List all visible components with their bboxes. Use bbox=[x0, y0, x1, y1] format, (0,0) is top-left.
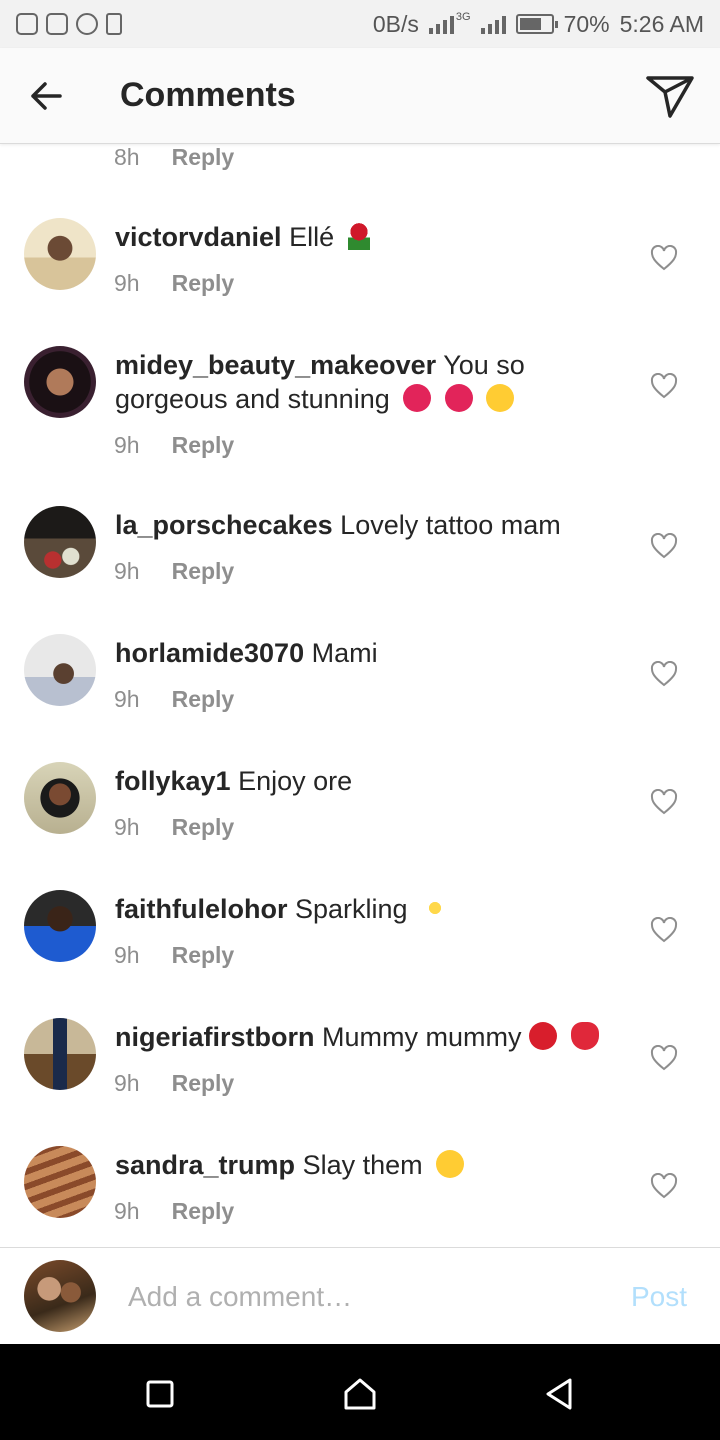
whatsapp-icon bbox=[76, 13, 98, 35]
clock: 5:26 AM bbox=[619, 10, 704, 37]
kissing-face-icon bbox=[486, 384, 515, 412]
comment-time: 8h bbox=[114, 144, 140, 170]
comment-time: 9h bbox=[114, 270, 140, 296]
like-heart-icon[interactable] bbox=[650, 1045, 678, 1071]
comment-username[interactable]: follykay1 bbox=[115, 766, 231, 796]
kiss-mark-icon bbox=[570, 1022, 599, 1050]
notification-icons bbox=[16, 13, 122, 35]
comment-time: 9h bbox=[114, 1070, 140, 1096]
comment-list[interactable]: 8h Reply victorvdaniel Ellé 9h Reply mid… bbox=[0, 144, 720, 1247]
back-nav-icon[interactable] bbox=[540, 1374, 580, 1414]
comment-item: follykay1 Enjoy ore 9h Reply bbox=[0, 762, 720, 872]
rose-icon bbox=[347, 222, 370, 250]
comment-time: 9h bbox=[114, 432, 140, 458]
comment-username[interactable]: nigeriafirstborn bbox=[115, 1022, 315, 1052]
battery-percent: 70% bbox=[563, 10, 610, 37]
comment-time: 9h bbox=[114, 942, 140, 968]
signal-icon-2 bbox=[480, 14, 506, 34]
reply-button[interactable]: Reply bbox=[172, 144, 235, 170]
like-heart-icon[interactable] bbox=[650, 661, 678, 687]
system-nav-bar bbox=[0, 1344, 720, 1440]
post-button[interactable]: Post bbox=[631, 1281, 687, 1313]
comment-body: Slay them bbox=[302, 1150, 423, 1180]
like-heart-icon[interactable] bbox=[650, 1173, 678, 1199]
instagram-icon bbox=[46, 13, 68, 35]
comment-composer: Post bbox=[0, 1247, 720, 1344]
comment-username[interactable]: victorvdaniel bbox=[115, 222, 282, 252]
gallery-icon bbox=[16, 13, 38, 35]
reply-button[interactable]: Reply bbox=[172, 814, 235, 841]
direct-send-icon[interactable] bbox=[644, 74, 696, 120]
header: Comments bbox=[0, 48, 720, 144]
comment-time: 9h bbox=[114, 558, 140, 584]
like-heart-icon[interactable] bbox=[650, 789, 678, 815]
battery-saver-icon bbox=[106, 13, 122, 35]
partial-comment-meta: 8h Reply bbox=[114, 144, 235, 170]
signal-icon bbox=[428, 14, 454, 34]
comment-item: victorvdaniel Ellé 9h Reply bbox=[0, 218, 720, 328]
comment-body: Lovely tattoo mam bbox=[340, 510, 561, 540]
comment-time: 9h bbox=[114, 686, 140, 712]
comment-username[interactable]: horlamide3070 bbox=[115, 638, 304, 668]
comment-item: midey_beauty_makeover You so gorgeous an… bbox=[0, 346, 720, 486]
avatar[interactable] bbox=[24, 346, 96, 418]
avatar[interactable] bbox=[24, 890, 96, 962]
comment-item: horlamide3070 Mami 9h Reply bbox=[0, 634, 720, 744]
comment-input[interactable] bbox=[128, 1278, 588, 1316]
comment-item: sandra_trump Slay them 9h Reply bbox=[0, 1146, 720, 1247]
like-heart-icon[interactable] bbox=[650, 245, 678, 271]
comment-username[interactable]: midey_beauty_makeover bbox=[115, 350, 436, 380]
reply-button[interactable]: Reply bbox=[172, 432, 235, 459]
status-bar: 0B/s 3G 70% 5:26 AM bbox=[0, 0, 720, 48]
net-speed: 0B/s bbox=[372, 10, 419, 37]
comment-body: Sparkling bbox=[295, 894, 408, 924]
reply-button[interactable]: Reply bbox=[172, 1070, 235, 1097]
heart-eyes-icon bbox=[436, 1150, 465, 1178]
sparkles-icon bbox=[421, 894, 450, 922]
reply-button[interactable]: Reply bbox=[172, 558, 235, 585]
comment-body: Ellé bbox=[289, 222, 335, 252]
battery-fill bbox=[519, 18, 541, 30]
network-type: 3G bbox=[455, 11, 471, 23]
comment-time: 9h bbox=[114, 814, 140, 840]
two-hearts-icon bbox=[444, 384, 473, 412]
red-heart-icon bbox=[529, 1022, 558, 1050]
two-hearts-icon bbox=[403, 384, 432, 412]
home-icon[interactable] bbox=[340, 1374, 380, 1414]
reply-button[interactable]: Reply bbox=[172, 942, 235, 969]
my-avatar bbox=[24, 1260, 96, 1332]
reply-button[interactable]: Reply bbox=[172, 686, 235, 713]
page-title: Comments bbox=[120, 76, 296, 114]
comment-time: 9h bbox=[114, 1198, 140, 1224]
avatar[interactable] bbox=[24, 1018, 96, 1090]
comment-item: la_porschecakes Lovely tattoo mam 9h Rep… bbox=[0, 506, 720, 616]
like-heart-icon[interactable] bbox=[650, 917, 678, 943]
back-arrow-icon[interactable] bbox=[26, 76, 66, 116]
battery-icon bbox=[515, 14, 558, 34]
comment-username[interactable]: faithfulelohor bbox=[115, 894, 287, 924]
reply-button[interactable]: Reply bbox=[172, 1198, 235, 1225]
avatar[interactable] bbox=[24, 506, 96, 578]
avatar[interactable] bbox=[24, 762, 96, 834]
reply-button[interactable]: Reply bbox=[172, 270, 235, 297]
comment-item: faithfulelohor Sparkling 9h Reply bbox=[0, 890, 720, 1000]
avatar[interactable] bbox=[24, 634, 96, 706]
comment-body: Mami bbox=[311, 638, 378, 668]
recent-apps-icon[interactable] bbox=[140, 1374, 180, 1414]
like-heart-icon[interactable] bbox=[650, 533, 678, 559]
avatar[interactable] bbox=[24, 218, 96, 290]
comment-item: nigeriafirstborn Mummy mummy 9h Reply bbox=[0, 1018, 720, 1128]
comment-username[interactable]: la_porschecakes bbox=[115, 510, 333, 540]
avatar[interactable] bbox=[24, 1146, 96, 1218]
comment-username[interactable]: sandra_trump bbox=[115, 1150, 295, 1180]
comment-body: Enjoy ore bbox=[238, 766, 353, 796]
comment-body: Mummy mummy bbox=[322, 1022, 522, 1052]
like-heart-icon[interactable] bbox=[650, 373, 678, 399]
